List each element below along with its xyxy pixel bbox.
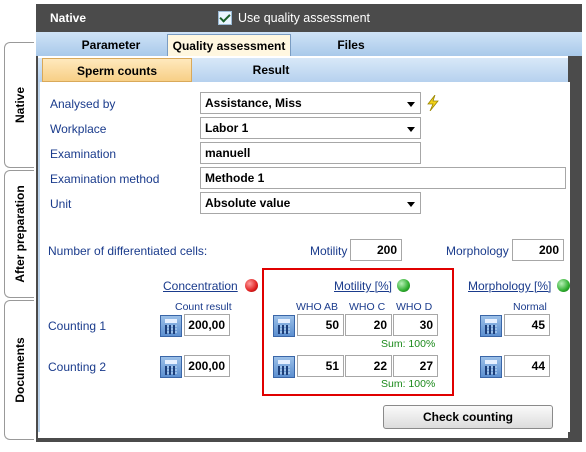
count-result-header: Count result	[175, 301, 232, 313]
concentration-1-input[interactable]: 200,00	[184, 314, 230, 336]
calculator-icon[interactable]	[160, 356, 182, 378]
workplace-select[interactable]: Labor 1	[200, 117, 421, 139]
differentiated-label: Number of differentiated cells:	[48, 244, 208, 258]
workplace-label: Workplace	[50, 122, 107, 136]
examination-method-label: Examination method	[50, 172, 160, 186]
calculator-icon[interactable]	[273, 356, 295, 378]
panel-title: Native	[50, 11, 87, 25]
motility-count-label: Motility	[310, 244, 348, 258]
who-ab-1-input[interactable]: 50	[297, 314, 344, 336]
morphology-status-icon	[557, 279, 570, 292]
chevron-down-icon	[407, 202, 415, 207]
tab-parameter[interactable]: Parameter	[56, 34, 166, 56]
use-quality-checkbox[interactable]	[218, 11, 232, 25]
morphology-link[interactable]: Morphology [%]	[468, 279, 551, 293]
who-ab-2-input[interactable]: 51	[297, 355, 344, 377]
sub-tab-bar: Sperm counts Result	[38, 58, 568, 82]
motility-count-input[interactable]: 200	[350, 239, 402, 261]
who-d-2-input[interactable]: 27	[393, 355, 438, 377]
who-c-2-input[interactable]: 22	[345, 355, 392, 377]
main-tab-bar: Parameter Quality assessment Files	[36, 32, 582, 56]
use-quality-label: Use quality assessment	[238, 11, 371, 25]
tab-result[interactable]: Result	[198, 58, 344, 82]
vtab-native[interactable]: Native	[4, 42, 34, 168]
examination-method-input[interactable]: Methode 1	[200, 167, 566, 189]
tab-sperm-counts[interactable]: Sperm counts	[42, 58, 192, 82]
unit-select[interactable]: Absolute value	[200, 192, 421, 214]
tab-files[interactable]: Files	[296, 34, 406, 56]
calculator-icon[interactable]	[160, 315, 182, 337]
morphology-count-label: Morphology	[446, 244, 509, 258]
normal-1-input[interactable]: 45	[504, 314, 550, 336]
tab-quality-assessment[interactable]: Quality assessment	[167, 34, 291, 56]
unit-value: Absolute value	[205, 196, 291, 210]
vtab-documents[interactable]: Documents	[4, 300, 34, 440]
workplace-value: Labor 1	[205, 121, 249, 135]
who-d-1-input[interactable]: 30	[393, 314, 438, 336]
sum-1-label: Sum: 100%	[381, 338, 436, 350]
normal-header: Normal	[513, 301, 547, 313]
analysed-by-value: Assistance, Miss	[205, 96, 302, 110]
check-counting-button[interactable]: Check counting	[383, 405, 553, 429]
calculator-icon[interactable]	[480, 315, 502, 337]
concentration-2-input[interactable]: 200,00	[184, 355, 230, 377]
analysed-by-label: Analysed by	[50, 97, 116, 111]
concentration-status-icon	[245, 279, 258, 292]
calculator-icon[interactable]	[480, 356, 502, 378]
panel-header: Native Use quality assessment	[36, 4, 582, 32]
vtab-after-preparation-label: After preparation	[12, 185, 27, 283]
counting-2-label: Counting 2	[48, 360, 107, 374]
vtab-native-label: Native	[12, 86, 27, 124]
counting-1-label: Counting 1	[48, 319, 107, 333]
chevron-down-icon	[407, 127, 415, 132]
vtab-after-preparation[interactable]: After preparation	[4, 170, 34, 298]
who-c-1-input[interactable]: 20	[345, 314, 392, 336]
examination-input[interactable]: manuell	[200, 142, 421, 164]
unit-label: Unit	[50, 197, 72, 211]
lightning-icon[interactable]	[426, 94, 440, 112]
chevron-down-icon	[407, 102, 415, 107]
concentration-link[interactable]: Concentration	[163, 279, 238, 293]
calculator-icon[interactable]	[273, 315, 295, 337]
analysed-by-select[interactable]: Assistance, Miss	[200, 92, 421, 114]
examination-label: Examination	[50, 147, 117, 161]
normal-2-input[interactable]: 44	[504, 355, 550, 377]
sum-2-label: Sum: 100%	[381, 378, 436, 390]
vtab-documents-label: Documents	[12, 337, 27, 403]
vertical-tab-bar: Native After preparation Documents	[0, 40, 34, 452]
morphology-count-input[interactable]: 200	[512, 239, 564, 261]
